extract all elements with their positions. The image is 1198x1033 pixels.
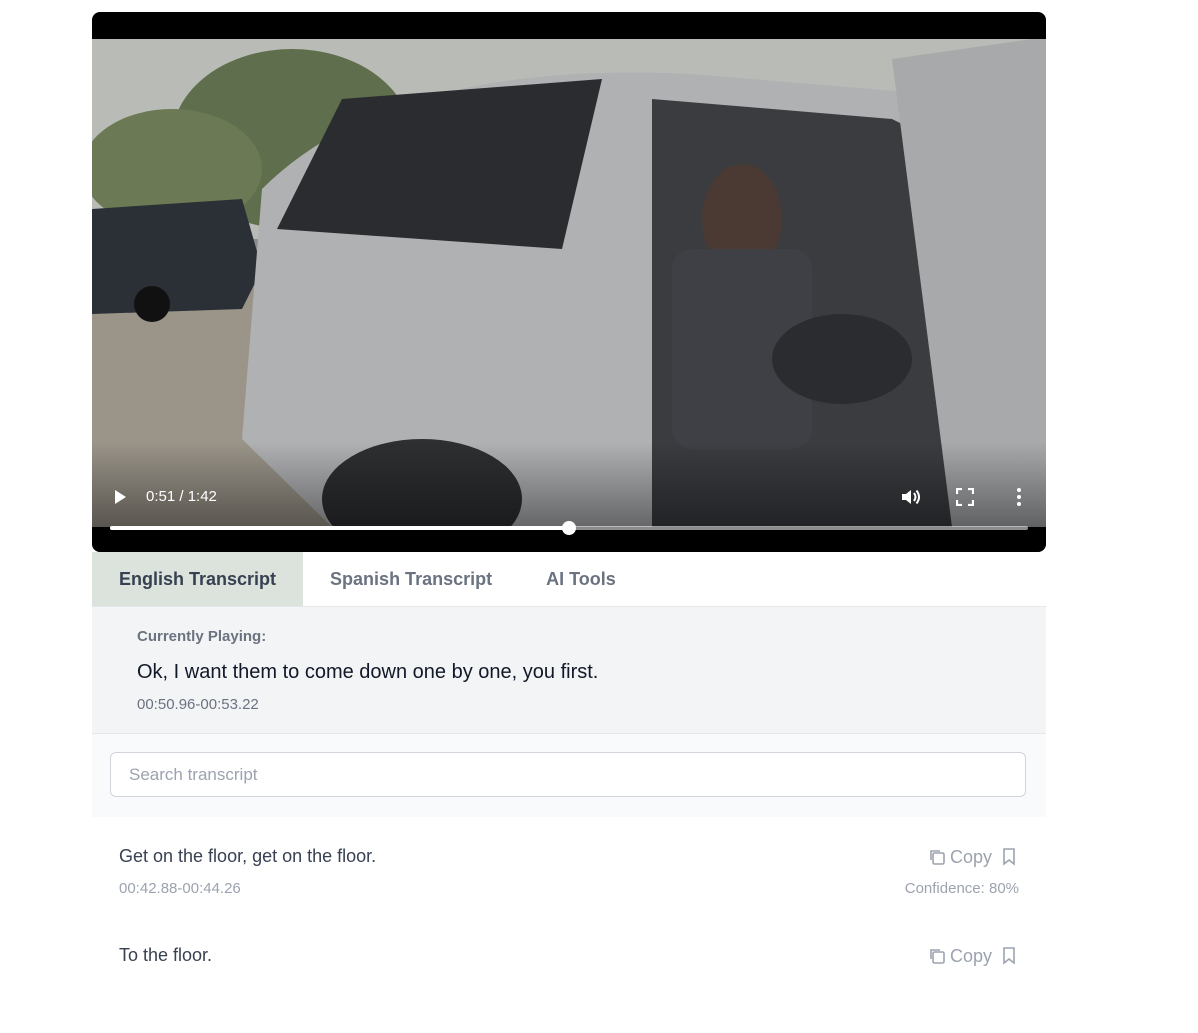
tab-english-transcript[interactable]: English Transcript (92, 552, 304, 606)
copy-button[interactable]: Copy (928, 945, 992, 967)
transcript-entry[interactable]: To the floor. Copy (92, 935, 1046, 1033)
bookmark-icon[interactable] (1002, 947, 1016, 965)
copy-icon (930, 949, 945, 964)
entry-text: To the floor. (119, 945, 213, 965)
play-icon[interactable] (112, 489, 128, 505)
video-controls: 0:51 / 1:42 (92, 482, 1046, 512)
transcript-entry[interactable]: Get on the floor, get on the floor. 00:4… (92, 836, 1046, 934)
currently-playing-time: 00:50.96-00:53.22 (137, 696, 259, 713)
search-input[interactable] (110, 752, 1026, 797)
copy-label: Copy (950, 945, 993, 966)
fullscreen-icon[interactable] (956, 488, 974, 506)
entry-text: Get on the floor, get on the floor. (119, 846, 377, 866)
copy-icon (930, 850, 945, 865)
currently-playing-text: Ok, I want them to come down one by one,… (137, 661, 599, 683)
tab-spanish-transcript[interactable]: Spanish Transcript (303, 552, 519, 606)
transcript-tabs: English Transcript Spanish Transcript AI… (92, 552, 1046, 607)
entry-time: 00:42.88-00:44.26 (119, 880, 241, 897)
seek-thumb[interactable] (562, 521, 576, 535)
seek-progress (110, 526, 569, 530)
bookmark-icon[interactable] (1002, 848, 1016, 866)
time-display: 0:51 / 1:42 (146, 488, 217, 505)
currently-playing-label: Currently Playing: (137, 628, 267, 645)
confidence-label: Confidence: 80% (904, 880, 1019, 897)
copy-button[interactable]: Copy (928, 846, 992, 868)
currently-playing-panel: Currently Playing: Ok, I want them to co… (92, 607, 1046, 734)
seek-bar[interactable] (110, 521, 1028, 535)
more-options-icon[interactable] (1012, 487, 1026, 507)
tab-ai-tools[interactable]: AI Tools (519, 552, 643, 606)
volume-icon[interactable] (900, 487, 922, 507)
search-section (92, 734, 1046, 817)
copy-label: Copy (950, 846, 993, 867)
video-player[interactable]: 0:51 / 1:42 (92, 12, 1046, 552)
